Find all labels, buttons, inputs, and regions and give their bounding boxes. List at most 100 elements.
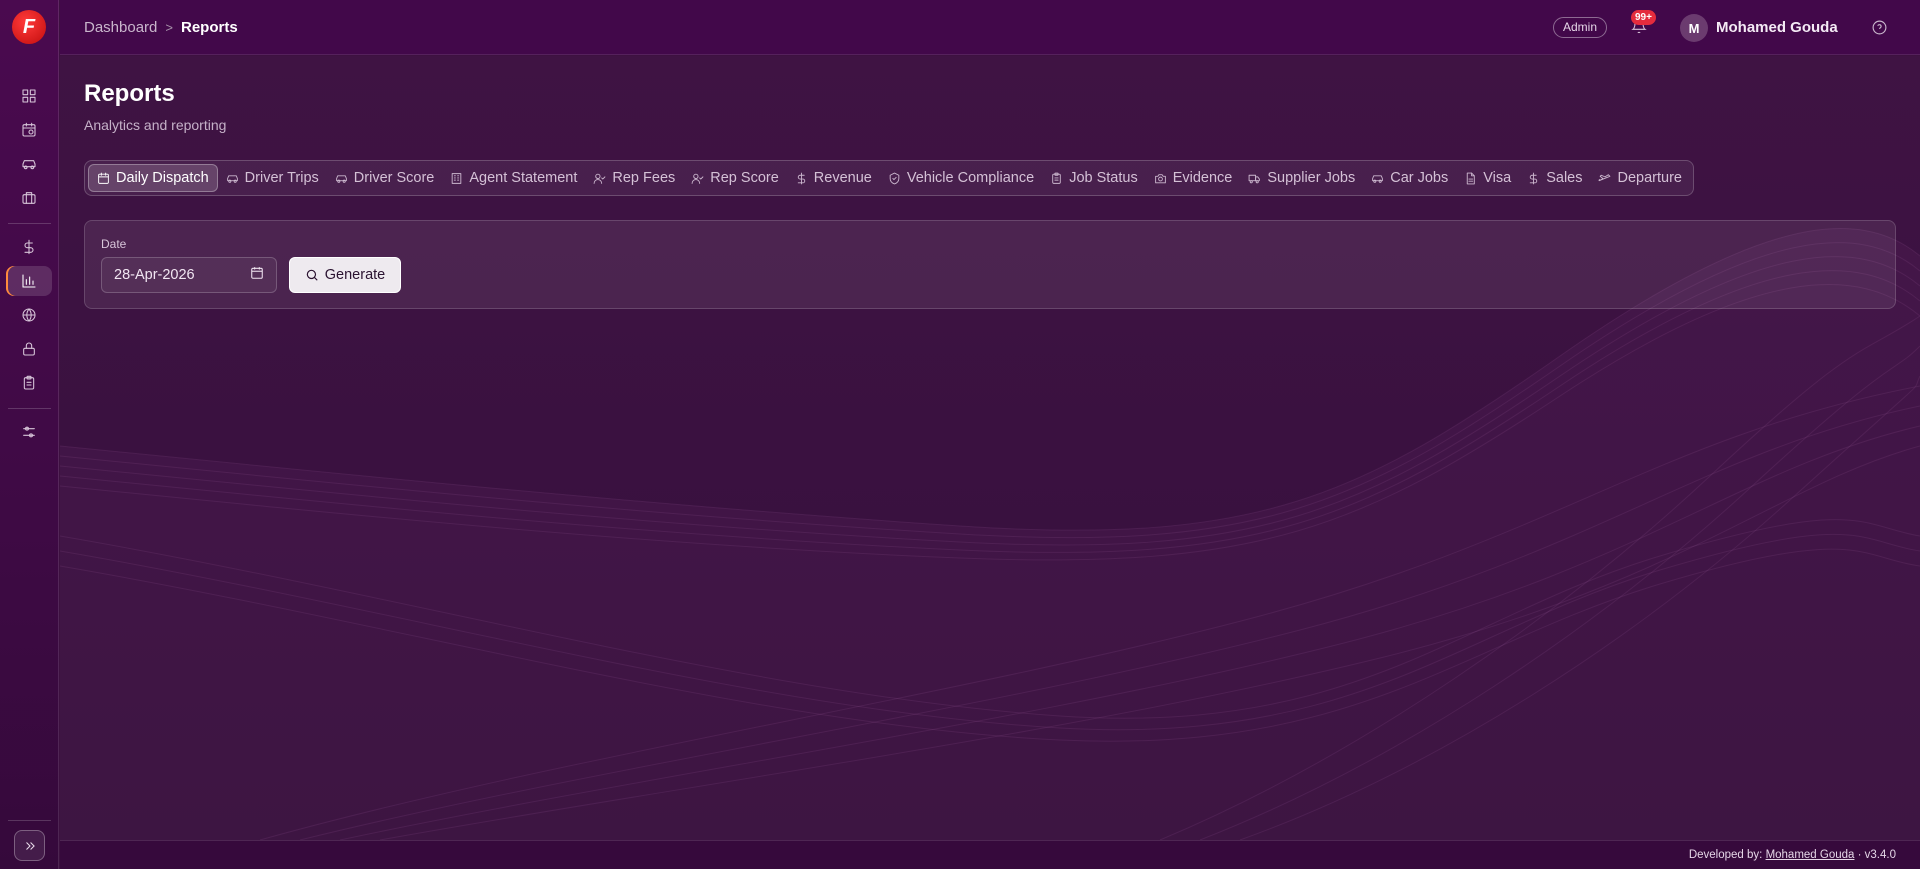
file-icon [1467, 172, 1476, 184]
notification-count-badge: 99+ [1631, 10, 1656, 25]
tab-driver-trips[interactable]: Driver Trips [218, 164, 327, 192]
date-value: 28-Apr-2026 [114, 267, 195, 283]
generate-button[interactable]: Generate [289, 257, 401, 293]
dollar-icon [24, 239, 34, 255]
briefcase-icon [22, 192, 36, 204]
dashboard-icon [22, 89, 36, 103]
sidebar-divider [8, 408, 51, 409]
shield-check-icon [889, 172, 900, 184]
top-header: Dashboard > Reports Admin 99+ M Mohamed … [60, 0, 1920, 55]
sidebar-item-jobs[interactable] [6, 183, 52, 213]
author-link[interactable]: Mohamed Gouda [1766, 849, 1855, 861]
sidebar-item-dashboard[interactable] [6, 81, 52, 111]
tab-sales[interactable]: Sales [1519, 164, 1590, 192]
sidebar-item-security[interactable] [6, 334, 52, 364]
tab-visa[interactable]: Visa [1456, 164, 1519, 192]
tab-car-jobs[interactable]: Car Jobs [1363, 164, 1456, 192]
tab-label: Daily Dispatch [116, 170, 209, 186]
sidebar-divider [8, 223, 51, 224]
dollar-icon [797, 172, 805, 184]
calendar-icon [251, 267, 263, 279]
role-badge: Admin [1553, 17, 1608, 38]
tab-label: Revenue [813, 170, 872, 186]
tab-label: Car Jobs [1390, 170, 1449, 186]
clipboard-icon [23, 375, 35, 390]
tab-label: Rep Score [710, 170, 779, 186]
bar-chart-icon [22, 274, 36, 288]
avatar[interactable]: M [1680, 14, 1708, 42]
tab-label: Driver Score [353, 170, 435, 186]
breadcrumb-dashboard[interactable]: Dashboard [84, 19, 157, 36]
sidebar-expand-button[interactable] [14, 830, 45, 861]
page-subtitle: Analytics and reporting [84, 117, 227, 133]
camera-icon [1154, 173, 1166, 183]
tab-label: Driver Trips [244, 170, 319, 186]
car-icon [335, 174, 347, 183]
generate-label: Generate [324, 267, 386, 283]
tab-daily-dispatch[interactable]: Daily Dispatch [88, 164, 218, 192]
report-filter-card: Date 28-Apr-2026 Generate [84, 220, 1896, 309]
user-check-icon [691, 173, 704, 184]
tab-label: Job Status [1069, 170, 1138, 186]
sidebar-item-finance[interactable] [6, 232, 52, 262]
tab-supplier-jobs[interactable]: Supplier Jobs [1240, 164, 1363, 192]
sidebar-divider [8, 820, 51, 821]
calendar-icon [98, 172, 109, 184]
sidebar-item-regions[interactable] [6, 300, 52, 330]
tab-label: Evidence [1172, 170, 1233, 186]
tab-label: Agent Statement [469, 170, 578, 186]
tab-vehicle-compliance[interactable]: Vehicle Compliance [880, 164, 1042, 192]
tab-label: Rep Fees [612, 170, 676, 186]
help-circle-icon [1872, 20, 1887, 35]
app-version: · v3.4.0 [1857, 849, 1896, 861]
plane-icon [1599, 173, 1611, 181]
main-content: Reports Analytics and reporting Daily Di… [60, 56, 1920, 840]
tab-departure[interactable]: Departure [1590, 164, 1689, 192]
report-tabs: Daily Dispatch Driver Trips Driver Score… [84, 160, 1694, 196]
tab-rep-fees[interactable]: Rep Fees [585, 164, 683, 192]
sidebar-item-settings[interactable] [6, 417, 52, 447]
footer: Developed by: Mohamed Gouda · v3.4.0 [60, 840, 1920, 869]
date-label: Date [101, 237, 127, 251]
breadcrumb-separator: > [165, 20, 173, 35]
tab-evidence[interactable]: Evidence [1146, 164, 1241, 192]
sidebar-item-schedule[interactable] [6, 115, 52, 145]
chevrons-right-icon [25, 841, 35, 850]
footer-prefix: Developed by: [1688, 849, 1763, 861]
tab-rep-score[interactable]: Rep Score [683, 164, 787, 192]
tab-label: Visa [1483, 170, 1512, 186]
app-logo[interactable]: F [12, 10, 46, 44]
user-check-icon [594, 173, 606, 184]
breadcrumb-current: Reports [180, 19, 238, 36]
car-icon [226, 174, 238, 183]
sliders-icon [23, 426, 35, 438]
globe-icon [22, 308, 36, 322]
sidebar-item-vehicles[interactable] [6, 149, 52, 179]
truck-icon [1248, 174, 1261, 183]
calendar-clock-icon [22, 122, 36, 137]
user-name[interactable]: Mohamed Gouda [1716, 19, 1838, 36]
car-icon [1372, 174, 1384, 183]
search-icon [306, 269, 318, 281]
tab-revenue[interactable]: Revenue [787, 164, 880, 192]
page-title: Reports [84, 80, 175, 107]
help-button[interactable] [1871, 19, 1888, 41]
tab-job-status[interactable]: Job Status [1042, 164, 1146, 192]
sidebar: F [0, 0, 59, 869]
car-icon [22, 160, 36, 170]
date-field[interactable]: 28-Apr-2026 [101, 257, 277, 293]
tab-label: Departure [1617, 170, 1682, 186]
sidebar-item-reports[interactable] [6, 266, 52, 296]
tab-label: Supplier Jobs [1267, 170, 1356, 186]
clipboard-icon [1052, 172, 1061, 184]
tab-label: Sales [1546, 170, 1583, 186]
building-icon [452, 172, 462, 184]
dollar-icon [1529, 172, 1538, 184]
breadcrumb: Dashboard > Reports [84, 19, 238, 36]
tab-driver-score[interactable]: Driver Score [327, 164, 443, 192]
sidebar-item-tasks[interactable] [6, 368, 52, 398]
date-picker-button[interactable] [250, 266, 264, 284]
tab-agent-statement[interactable]: Agent Statement [442, 164, 585, 192]
tab-label: Vehicle Compliance [906, 170, 1035, 186]
lock-icon [23, 342, 35, 356]
